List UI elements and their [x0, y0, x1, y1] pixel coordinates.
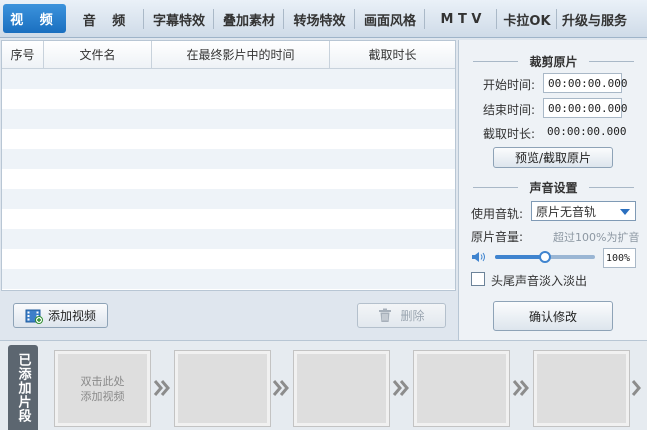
delete-button[interactable]: 删除 [357, 303, 446, 328]
tab-picture-style[interactable]: 画面风格 [355, 0, 425, 38]
volume-hint: 超过100%为扩音 [553, 231, 640, 244]
volume-slider-fill [495, 255, 545, 259]
end-time-field[interactable]: 00:00:00.000 [543, 98, 627, 118]
fade-in-out-checkbox[interactable] [471, 272, 485, 286]
add-video-button[interactable]: 添加视频 [13, 303, 108, 328]
column-header-index[interactable]: 序号 [2, 41, 44, 68]
table-row-empty [2, 149, 455, 169]
volume-label: 原片音量: [471, 230, 524, 244]
add-video-label: 添加视频 [47, 309, 96, 323]
volume-slider-thumb[interactable] [539, 251, 551, 263]
trim-duration-label: 截取时长: [483, 127, 536, 141]
column-header-filename[interactable]: 文件名 [44, 41, 152, 68]
film-add-icon [25, 309, 43, 324]
tab-transition-effects[interactable]: 转场特效 [284, 0, 355, 38]
section-divider [589, 187, 634, 188]
audio-track-select[interactable]: 原片无音轨 [531, 201, 636, 221]
start-time-field[interactable]: 00:00:00.000 [543, 73, 627, 93]
chevron-right-icon [272, 380, 289, 396]
table-row-empty [2, 229, 455, 249]
delete-label: 删除 [400, 309, 425, 323]
table-row-empty [2, 109, 455, 129]
preview-trim-label: 预览/截取原片 [514, 151, 592, 165]
dropdown-arrow-icon [620, 209, 630, 215]
clip-slot-empty[interactable] [533, 350, 630, 427]
preview-trim-button[interactable]: 预览/截取原片 [493, 147, 613, 168]
video-file-table[interactable]: 序号 文件名 在最终影片中的时间 截取时长 [1, 40, 456, 291]
tab-audio[interactable]: 音 频 [70, 0, 144, 38]
chevron-right-icon [631, 380, 641, 396]
volume-value-field[interactable]: 100% [603, 248, 636, 268]
audio-track-label: 使用音轨: [471, 207, 524, 221]
audio-track-value: 原片无音轨 [536, 204, 597, 219]
main-tab-bar: 视 频 音 频 字幕特效 叠加素材 转场特效 画面风格 M T V 卡拉OK 升… [0, 0, 647, 38]
table-row-empty [2, 249, 455, 269]
table-row-empty [2, 289, 455, 290]
table-header: 序号 文件名 在最终影片中的时间 截取时长 [2, 41, 455, 69]
table-row-empty [2, 169, 455, 189]
table-row-empty [2, 129, 455, 149]
added-clips-strip: 已添加片段 双击此处 添加视频 [0, 340, 647, 430]
add-clip-hint-line1: 双击此处 [80, 374, 125, 388]
clip-slot-empty[interactable] [293, 350, 390, 427]
column-header-final-time[interactable]: 在最终影片中的时间 [152, 41, 330, 68]
table-row-empty [2, 89, 455, 109]
add-clip-hint-line2: 添加视频 [80, 389, 125, 403]
end-time-label: 结束时间: [483, 103, 536, 117]
start-time-label: 开始时间: [483, 78, 536, 92]
table-row-empty [2, 269, 455, 289]
section-divider [589, 61, 634, 62]
tab-video[interactable]: 视 频 [3, 4, 66, 33]
speaker-icon [472, 252, 485, 262]
tab-mtv[interactable]: M T V [425, 0, 497, 38]
tab-overlay-materials[interactable]: 叠加素材 [214, 0, 284, 38]
confirm-changes-label: 确认修改 [528, 309, 577, 324]
trim-duration-value: 00:00:00.000 [547, 125, 627, 138]
table-row-empty [2, 209, 455, 229]
settings-panel: 裁剪原片 开始时间: 00:00:00.000 结束时间: 00:00:00.0… [458, 40, 647, 340]
clip-slot-empty[interactable] [413, 350, 510, 427]
clip-slot-empty[interactable] [174, 350, 271, 427]
table-action-bar: 添加视频 删除 [1, 292, 456, 340]
added-clips-label: 已添加片段 [8, 345, 38, 430]
trash-icon [379, 308, 392, 322]
tab-subtitle-effects[interactable]: 字幕特效 [144, 0, 214, 38]
table-row-empty [2, 189, 455, 209]
column-header-duration[interactable]: 截取时长 [330, 41, 455, 68]
chevron-right-icon [512, 380, 529, 396]
confirm-changes-button[interactable]: 确认修改 [493, 301, 613, 331]
clip-slot-add[interactable]: 双击此处 添加视频 [54, 350, 151, 427]
tab-upgrade-service[interactable]: 升级与服务 [557, 0, 632, 38]
tab-karaoke[interactable]: 卡拉OK [497, 0, 557, 38]
chevron-right-icon [392, 380, 409, 396]
table-row-empty [2, 69, 455, 89]
fade-in-out-label: 头尾声音淡入淡出 [491, 274, 588, 288]
chevron-right-icon [153, 380, 170, 396]
